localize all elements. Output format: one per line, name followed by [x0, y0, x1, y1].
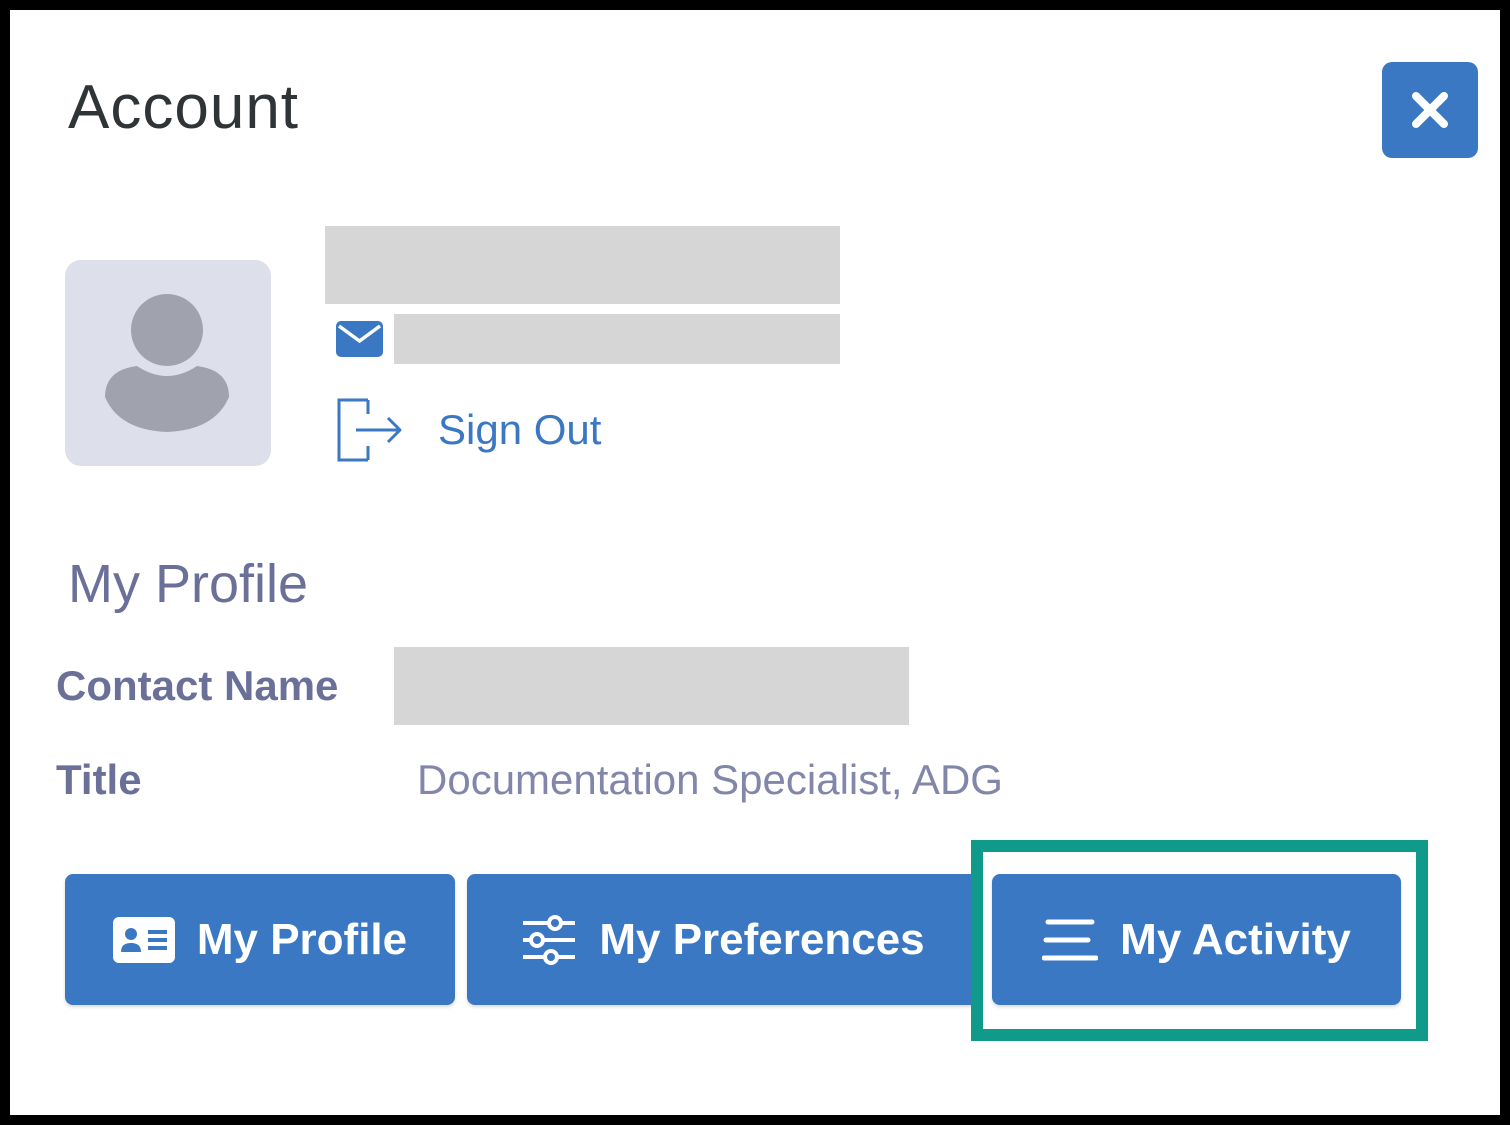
dialog-title: Account	[68, 73, 300, 142]
sign-out-link[interactable]: Sign Out	[332, 396, 601, 464]
sign-out-icon	[337, 398, 402, 462]
my-activity-button-label: My Activity	[1120, 914, 1351, 964]
sliders-icon	[523, 914, 576, 965]
my-activity-button[interactable]: My Activity	[992, 874, 1401, 1005]
account-dialog: Account Sign Out My Profile Contact Name…	[0, 0, 1510, 1125]
close-icon	[1412, 92, 1448, 128]
id-card-icon	[112, 916, 175, 963]
title-value: Documentation Specialist, ADG	[417, 756, 1003, 803]
avatar	[65, 260, 271, 466]
redacted-email	[394, 314, 840, 364]
my-profile-button[interactable]: My Profile	[65, 874, 455, 1005]
sign-out-label: Sign Out	[438, 406, 602, 453]
my-profile-heading: My Profile	[68, 554, 309, 614]
redacted-user-name	[325, 226, 840, 304]
my-preferences-button-label: My Preferences	[599, 914, 925, 964]
title-label: Title	[56, 756, 142, 803]
close-button[interactable]	[1382, 62, 1478, 158]
my-preferences-button[interactable]: My Preferences	[467, 874, 979, 1005]
my-profile-button-label: My Profile	[196, 914, 408, 964]
user-silhouette-icon	[105, 294, 229, 432]
contact-name-label: Contact Name	[56, 662, 339, 709]
envelope-icon	[336, 321, 383, 357]
list-lines-icon	[1042, 919, 1099, 960]
redacted-contact-name	[394, 647, 909, 725]
